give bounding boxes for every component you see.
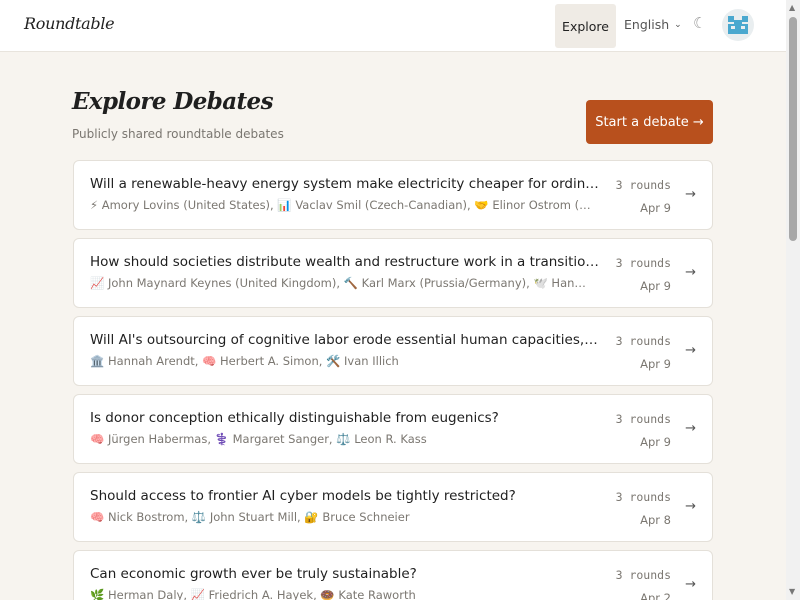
language-label: English <box>624 17 670 32</box>
debate-rounds: 3 rounds <box>615 178 671 192</box>
debate-date: Apr 2 <box>640 591 671 600</box>
debate-title: Will AI's outsourcing of cognitive labor… <box>90 332 600 348</box>
moon-icon[interactable]: ☾ <box>693 14 706 32</box>
debate-date: Apr 9 <box>640 201 671 215</box>
debate-title: Will a renewable-heavy energy system mak… <box>90 176 600 192</box>
arrow-right-icon: → <box>685 343 696 358</box>
debate-title: Should access to frontier AI cyber model… <box>90 488 516 504</box>
debate-card[interactable]: Will AI's outsourcing of cognitive labor… <box>73 316 713 386</box>
top-navigation-bar: Roundtable Explore English ⌄ ☾ <box>0 0 786 52</box>
debate-title: How should societies distribute wealth a… <box>90 254 600 270</box>
debate-card[interactable]: Should access to frontier AI cyber model… <box>73 472 713 542</box>
debate-card[interactable]: Will a renewable-heavy energy system mak… <box>73 160 713 230</box>
debate-rounds: 3 rounds <box>615 334 671 348</box>
debate-participants: 🏛️ Hannah Arendt, 🧠 Herbert A. Simon, 🛠️… <box>90 354 399 368</box>
arrow-right-icon: → <box>685 499 696 514</box>
scroll-up-icon[interactable]: ▲ <box>789 3 795 13</box>
debate-date: Apr 9 <box>640 279 671 293</box>
debate-card[interactable]: Can economic growth ever be truly sustai… <box>73 550 713 600</box>
debate-card[interactable]: Is donor conception ethically distinguis… <box>73 394 713 464</box>
arrow-right-icon: → <box>685 577 696 592</box>
chevron-down-icon: ⌄ <box>674 19 682 30</box>
start-debate-button[interactable]: Start a debate → <box>586 100 713 144</box>
debate-date: Apr 9 <box>640 435 671 449</box>
language-selector[interactable]: English ⌄ <box>624 17 682 32</box>
debate-rounds: 3 rounds <box>615 568 671 582</box>
page-scrollbar[interactable]: ▲ ▼ <box>786 0 800 600</box>
debate-date: Apr 8 <box>640 513 671 527</box>
page-title: Explore Debates <box>72 88 274 115</box>
nav-explore-tab[interactable]: Explore <box>555 4 616 48</box>
app-logo[interactable]: Roundtable <box>24 14 115 33</box>
scroll-down-icon[interactable]: ▼ <box>789 587 795 597</box>
debate-participants: 🧠 Nick Bostrom, ⚖️ John Stuart Mill, 🔐 B… <box>90 510 410 524</box>
arrow-right-icon: → <box>685 187 696 202</box>
debate-card[interactable]: How should societies distribute wealth a… <box>73 238 713 308</box>
debate-participants: 📈 John Maynard Keynes (United Kingdom), … <box>90 276 592 290</box>
debate-participants: ⚡ Amory Lovins (United States), 📊 Vaclav… <box>90 198 592 212</box>
arrow-right-icon: → <box>685 421 696 436</box>
scroll-thumb[interactable] <box>789 17 797 241</box>
debate-rounds: 3 rounds <box>615 412 671 426</box>
user-avatar[interactable] <box>722 9 754 41</box>
debate-title: Is donor conception ethically distinguis… <box>90 410 499 426</box>
debate-rounds: 3 rounds <box>615 490 671 504</box>
debate-rounds: 3 rounds <box>615 256 671 270</box>
debate-participants: 🌿 Herman Daly, 📈 Friedrich A. Hayek, 🍩 K… <box>90 588 416 600</box>
debate-title: Can economic growth ever be truly sustai… <box>90 566 417 582</box>
debate-date: Apr 9 <box>640 357 671 371</box>
arrow-right-icon: → <box>685 265 696 280</box>
debate-participants: 🧠 Jürgen Habermas, ⚕️ Margaret Sanger, ⚖… <box>90 432 427 446</box>
page-subtitle: Publicly shared roundtable debates <box>72 127 284 141</box>
